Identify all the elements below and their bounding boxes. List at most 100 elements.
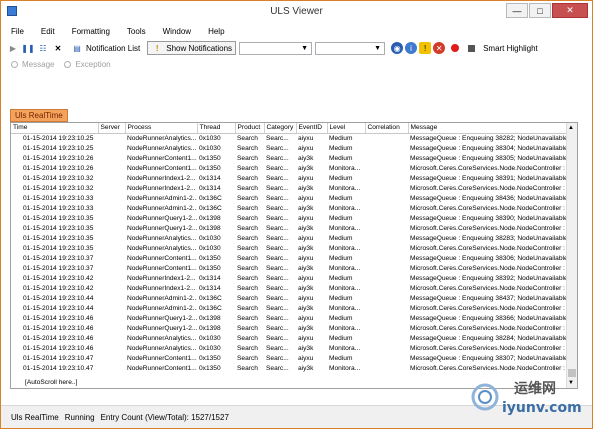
watermark-cn: 运维网 bbox=[514, 381, 556, 397]
cell-process: NodeRunnerIndex1-2... bbox=[127, 174, 196, 182]
search-dropdown[interactable]: ▼ bbox=[315, 41, 386, 55]
cell-correlation bbox=[365, 283, 408, 293]
chevron-down-icon: ▼ bbox=[301, 44, 309, 52]
cell-message: Microsoft.Ceres.CoreServices.Node.NodeCo… bbox=[410, 284, 567, 292]
clear-log-icon[interactable]: ✕ bbox=[52, 42, 64, 54]
cell-message: MessageQueue : Enqueuing 38304; NodeUnav… bbox=[410, 144, 567, 152]
table-row[interactable]: 01-15-2014 19:23:10.46 NodeRunnerAnalytic… bbox=[11, 333, 567, 343]
cell-thread: 0x1314 bbox=[199, 174, 221, 182]
column-header-correlation[interactable]: Correlation bbox=[365, 123, 409, 134]
table-row[interactable]: 01-15-2014 19:23:10.35 NodeRunnerAnalytic… bbox=[11, 243, 567, 253]
exclamation-icon: ! bbox=[155, 43, 159, 53]
cell-thread: 0x136C bbox=[199, 304, 222, 312]
exception-radio[interactable] bbox=[64, 60, 72, 68]
cell-server bbox=[98, 223, 125, 233]
table-row[interactable]: 01-15-2014 19:23:10.46 NodeRunnerQuery1-2… bbox=[11, 313, 567, 323]
cell-thread: 0x1398 bbox=[199, 224, 221, 232]
cell-eventid: aiy3k bbox=[298, 364, 314, 372]
table-row[interactable]: 01-15-2014 19:23:10.35 NodeRunnerQuery1-2… bbox=[11, 223, 567, 233]
cell-level: Monitora... bbox=[329, 364, 361, 372]
cell-level: Medium bbox=[329, 314, 353, 322]
critical-filter-icon[interactable]: ◉ bbox=[391, 42, 404, 54]
table-row[interactable]: 01-15-2014 19:23:10.33 NodeRunnerAdmin1-2… bbox=[11, 203, 567, 213]
table-row[interactable]: 01-15-2014 19:23:10.33 NodeRunnerAdmin1-2… bbox=[11, 193, 567, 203]
cell-level: Monitora... bbox=[329, 324, 361, 332]
minimize-button[interactable]: — bbox=[506, 3, 528, 18]
table-row[interactable]: 01-15-2014 19:23:10.26 NodeRunnerContent1… bbox=[11, 163, 567, 173]
table-row[interactable]: 01-15-2014 19:23:10.25 NodeRunnerAnalytic… bbox=[11, 143, 567, 153]
tab-uls-realtime[interactable]: Uls RealTime bbox=[10, 109, 68, 122]
menu-tools[interactable]: Tools bbox=[127, 27, 146, 36]
clear-filter-icon[interactable]: ☷ bbox=[37, 42, 49, 54]
record-icon[interactable] bbox=[451, 44, 460, 52]
column-header-message[interactable]: Message bbox=[408, 123, 568, 134]
play-icon[interactable]: ▶ bbox=[7, 42, 19, 54]
table-row[interactable]: 01-15-2014 19:23:10.32 NodeRunnerIndex1-2… bbox=[11, 173, 567, 183]
column-header-category[interactable]: Category bbox=[264, 123, 297, 134]
table-row[interactable]: 01-15-2014 19:23:10.44 NodeRunnerAdmin1-2… bbox=[11, 303, 567, 313]
cell-process: NodeRunnerAdmin1-2... bbox=[127, 204, 197, 212]
table-row[interactable]: 01-15-2014 19:23:10.44 NodeRunnerAdmin1-2… bbox=[11, 293, 567, 303]
table-row[interactable]: 01-15-2014 19:23:10.42 NodeRunnerIndex1-2… bbox=[11, 273, 567, 283]
table-row[interactable]: 01-15-2014 19:23:10.35 NodeRunnerQuery1-2… bbox=[11, 213, 567, 223]
cell-eventid: aiy3k bbox=[298, 154, 314, 162]
cell-time: 01-15-2014 19:23:10.42 bbox=[23, 284, 94, 292]
warning-filter-icon[interactable]: ! bbox=[419, 42, 432, 54]
notification-list-button[interactable]: ▤ Notification List bbox=[67, 41, 144, 55]
cell-process: NodeRunnerAnalytics... bbox=[127, 344, 197, 352]
cell-product: Search bbox=[237, 194, 258, 202]
cell-thread: 0x1030 bbox=[199, 244, 221, 252]
table-row[interactable]: 01-15-2014 19:23:10.32 NodeRunnerIndex1-2… bbox=[11, 183, 567, 193]
cell-correlation bbox=[365, 313, 408, 323]
column-header-product[interactable]: Product bbox=[235, 123, 265, 134]
cell-correlation bbox=[365, 263, 408, 273]
table-row[interactable]: 01-15-2014 19:23:10.46 NodeRunnerAnalytic… bbox=[11, 343, 567, 353]
message-radio[interactable] bbox=[11, 60, 18, 68]
maximize-button[interactable]: □ bbox=[529, 3, 551, 18]
status-entry-count: Entry Count (View/Total): 1527/1527 bbox=[100, 412, 229, 422]
cell-correlation bbox=[365, 203, 408, 213]
cell-correlation bbox=[365, 353, 408, 363]
scroll-up-icon[interactable]: ▲ bbox=[568, 125, 574, 131]
column-header-level[interactable]: Level bbox=[327, 123, 366, 134]
table-row[interactable]: 01-15-2014 19:23:10.46 NodeRunnerQuery1-2… bbox=[11, 323, 567, 333]
table-row[interactable]: 01-15-2014 19:23:10.26 NodeRunnerContent1… bbox=[11, 153, 567, 163]
table-row[interactable]: 01-15-2014 19:23:10.25 NodeRunnerAnalytic… bbox=[11, 133, 567, 143]
menu-formatting[interactable]: Formatting bbox=[72, 27, 110, 36]
smart-highlight-label[interactable]: Smart Highlight bbox=[483, 44, 538, 53]
info-filter-icon[interactable]: i bbox=[405, 42, 418, 54]
table-row[interactable]: 01-15-2014 19:23:10.47 NodeRunnerContent1… bbox=[11, 353, 567, 363]
cell-category: Searc... bbox=[266, 174, 289, 182]
menu-window[interactable]: Window bbox=[163, 27, 191, 36]
vertical-scrollbar[interactable]: ▲ ▼ bbox=[566, 123, 577, 388]
column-header-time[interactable]: Time bbox=[11, 123, 99, 134]
menu-file[interactable]: File bbox=[11, 27, 24, 36]
notification-list-label: Notification List bbox=[86, 43, 141, 53]
column-header-server[interactable]: Server bbox=[98, 123, 126, 134]
cell-server bbox=[98, 173, 125, 183]
cell-category: Searc... bbox=[266, 254, 289, 262]
filter-options: Message Exception bbox=[1, 58, 592, 70]
cell-level: Monitora... bbox=[329, 264, 361, 272]
column-header-process[interactable]: Process bbox=[125, 123, 198, 134]
close-button[interactable]: ✕ bbox=[552, 3, 588, 18]
menu-edit[interactable]: Edit bbox=[41, 27, 55, 36]
table-row[interactable]: 01-15-2014 19:23:10.35 NodeRunnerAnalytic… bbox=[11, 233, 567, 243]
table-row[interactable]: 01-15-2014 19:23:10.42 NodeRunnerIndex1-2… bbox=[11, 283, 567, 293]
column-header-thread[interactable]: Thread bbox=[197, 123, 236, 134]
pause-icon[interactable]: ❚❚ bbox=[21, 42, 34, 54]
table-row[interactable]: 01-15-2014 19:23:10.47 NodeRunnerContent1… bbox=[11, 363, 567, 373]
cell-correlation bbox=[365, 253, 408, 263]
show-notifications-button[interactable]: ! Show Notifications bbox=[147, 41, 237, 55]
cell-server bbox=[98, 143, 125, 153]
cell-product: Search bbox=[237, 284, 258, 292]
menu-help[interactable]: Help bbox=[208, 27, 224, 36]
stop-icon[interactable] bbox=[465, 42, 477, 54]
column-header-eventid[interactable]: EventID bbox=[296, 123, 328, 134]
error-filter-icon[interactable]: ✕ bbox=[433, 42, 446, 54]
table-row[interactable]: 01-15-2014 19:23:10.37 NodeRunnerContent1… bbox=[11, 253, 567, 263]
table-row[interactable]: 01-15-2014 19:23:10.37 NodeRunnerContent1… bbox=[11, 263, 567, 273]
cell-message: Microsoft.Ceres.CoreServices.Node.NodeCo… bbox=[410, 224, 567, 232]
filter-dropdown[interactable]: ▼ bbox=[239, 41, 313, 55]
cell-server bbox=[98, 183, 125, 193]
